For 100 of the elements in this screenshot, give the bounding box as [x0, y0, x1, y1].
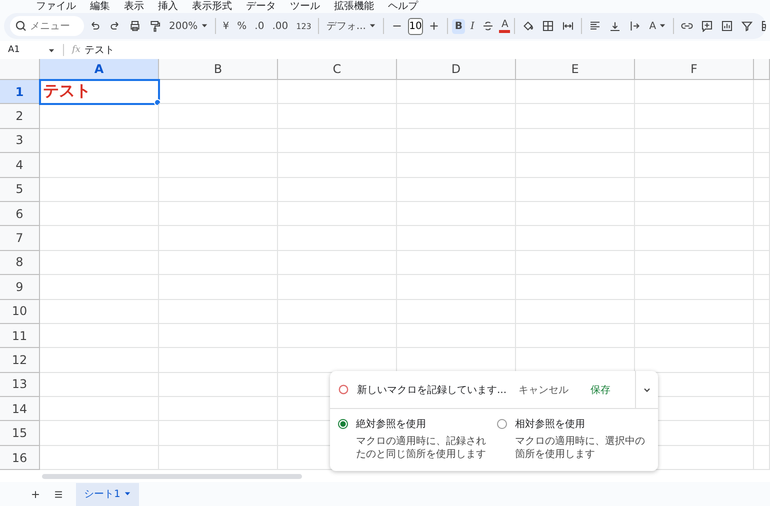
grid-cell[interactable]: [516, 128, 635, 154]
grid-cell[interactable]: [635, 104, 754, 129]
row-header[interactable]: 5: [0, 178, 40, 202]
grid-cell[interactable]: [278, 275, 397, 300]
grid-cell[interactable]: [278, 324, 397, 348]
plus-icon[interactable]: [428, 20, 440, 32]
add-sheet-icon[interactable]: [30, 488, 41, 500]
undo-icon[interactable]: [89, 20, 101, 32]
grid-cell[interactable]: [635, 250, 754, 276]
grid-cell[interactable]: [159, 226, 278, 251]
grid-cell[interactable]: [516, 300, 635, 324]
grid-cell[interactable]: [754, 80, 770, 104]
chart-icon[interactable]: [721, 20, 734, 32]
row-header[interactable]: 11: [0, 324, 40, 348]
grid-cell[interactable]: [40, 372, 159, 398]
grid-cell[interactable]: [516, 80, 635, 104]
row-header[interactable]: 14: [0, 397, 40, 422]
grid-cell[interactable]: [635, 300, 754, 324]
grid-cell[interactable]: [159, 178, 278, 202]
link-icon[interactable]: [681, 20, 694, 32]
font-size-field[interactable]: 10: [408, 18, 423, 34]
grid-cell[interactable]: [397, 178, 516, 202]
grid-cell[interactable]: [278, 226, 397, 251]
row-header[interactable]: 10: [0, 300, 40, 324]
grid-cell[interactable]: [40, 421, 159, 446]
merge-cells-icon[interactable]: [562, 20, 574, 32]
menu-item[interactable]: データ: [246, 0, 276, 12]
grid-cell[interactable]: [754, 372, 770, 398]
column-header[interactable]: D: [397, 59, 516, 80]
grid-cell[interactable]: [278, 250, 397, 276]
grid-cell[interactable]: [397, 250, 516, 276]
grid-cell[interactable]: [397, 153, 516, 178]
grid-cell[interactable]: [516, 153, 635, 178]
row-header[interactable]: 16: [0, 446, 40, 470]
grid-cell[interactable]: [40, 178, 159, 202]
percent-button[interactable]: %: [234, 18, 250, 34]
row-header[interactable]: 8: [0, 250, 40, 276]
grid-cell[interactable]: [754, 226, 770, 251]
grid-cell[interactable]: [754, 178, 770, 202]
column-header[interactable]: F: [635, 59, 754, 80]
menu-item[interactable]: ファイル: [36, 0, 76, 12]
radio-button[interactable]: [338, 419, 348, 429]
grid-cell[interactable]: [40, 397, 159, 422]
grid-cell[interactable]: [40, 300, 159, 324]
formula-input[interactable]: テスト: [84, 43, 114, 57]
grid-cell[interactable]: [516, 226, 635, 251]
grid-cell[interactable]: [516, 178, 635, 202]
grid-cell[interactable]: [754, 104, 770, 129]
comment-icon[interactable]: [701, 20, 714, 32]
grid-cell[interactable]: [635, 202, 754, 226]
grid-cell[interactable]: [397, 300, 516, 324]
grid-cell[interactable]: [397, 275, 516, 300]
grid-cell[interactable]: [40, 128, 159, 154]
menu-search-field[interactable]: メニュー: [10, 16, 84, 36]
grid-cell[interactable]: [40, 153, 159, 178]
grid-cell[interactable]: [397, 324, 516, 348]
italic-button[interactable]: I: [467, 18, 478, 34]
grid-cell[interactable]: [159, 300, 278, 324]
grid-cell[interactable]: [159, 324, 278, 348]
grid-cell[interactable]: テスト: [40, 80, 159, 104]
grid-cell[interactable]: [635, 80, 754, 104]
strikethrough-icon[interactable]: [482, 20, 494, 32]
grid-cell[interactable]: [754, 397, 770, 422]
font-dropdown[interactable]: デフォ...: [323, 17, 380, 35]
row-header[interactable]: 4: [0, 153, 40, 178]
grid-cell[interactable]: [754, 300, 770, 324]
menu-item[interactable]: 表示: [124, 0, 144, 12]
grid-cell[interactable]: [40, 202, 159, 226]
grid-cell[interactable]: [40, 250, 159, 276]
redo-icon[interactable]: [109, 20, 121, 32]
grid-cell[interactable]: [159, 153, 278, 178]
grid-cell[interactable]: [40, 104, 159, 129]
grid-cell[interactable]: [516, 324, 635, 348]
row-header[interactable]: 2: [0, 104, 40, 129]
grid-cell[interactable]: [40, 324, 159, 348]
column-header[interactable]: C: [278, 59, 397, 80]
row-header[interactable]: 7: [0, 226, 40, 251]
grid-cell[interactable]: [635, 153, 754, 178]
grid-cell[interactable]: [754, 348, 770, 373]
menu-item[interactable]: ヘルプ: [388, 0, 418, 12]
grid-cell[interactable]: [159, 275, 278, 300]
grid-cell[interactable]: [278, 178, 397, 202]
grid-cell[interactable]: [516, 104, 635, 129]
grid-cell[interactable]: [278, 128, 397, 154]
number-format-button[interactable]: 123: [293, 20, 314, 32]
sheet-tab[interactable]: シート1: [76, 482, 139, 506]
grid-cell[interactable]: [754, 250, 770, 276]
grid-cell[interactable]: [516, 275, 635, 300]
fill-handle[interactable]: [154, 99, 161, 106]
grid-cell[interactable]: [397, 104, 516, 129]
grid-cell[interactable]: [159, 128, 278, 154]
grid-cell[interactable]: [159, 421, 278, 446]
filter-icon[interactable]: [741, 20, 754, 32]
grid-cell[interactable]: [278, 300, 397, 324]
grid-cell[interactable]: [635, 226, 754, 251]
text-rotation-button[interactable]: A: [646, 18, 670, 34]
grid-cell[interactable]: [159, 372, 278, 398]
grid-cell[interactable]: [397, 226, 516, 251]
grid-cell[interactable]: [278, 80, 397, 104]
grid-cell[interactable]: [278, 202, 397, 226]
